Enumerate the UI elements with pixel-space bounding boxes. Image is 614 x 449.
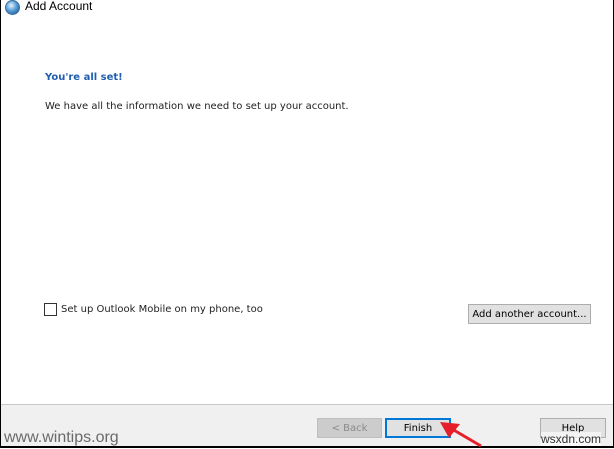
outlook-mobile-checkbox[interactable] bbox=[44, 303, 57, 316]
outlook-globe-icon bbox=[5, 0, 20, 15]
arrow-shaft bbox=[451, 427, 482, 448]
page-description: We have all the information we need to s… bbox=[45, 101, 349, 112]
page-heading: You're all set! bbox=[45, 72, 123, 83]
back-button[interactable]: < Back bbox=[317, 418, 382, 438]
add-account-dialog: Add Account You're all set! We have all … bbox=[0, 0, 614, 448]
arrow-head bbox=[440, 422, 460, 438]
watermark-wsxdn: wsxdn.com bbox=[541, 432, 602, 446]
red-arrow-annotation-icon bbox=[440, 422, 482, 448]
window-title: Add Account bbox=[25, 0, 93, 13]
watermark-wintips: www.wintips.org bbox=[4, 429, 119, 446]
add-another-account-button[interactable]: Add another account... bbox=[468, 304, 591, 324]
title-bar: Add Account bbox=[1, 0, 613, 16]
outlook-mobile-checkbox-row[interactable]: Set up Outlook Mobile on my phone, too bbox=[44, 303, 263, 316]
outlook-mobile-label[interactable]: Set up Outlook Mobile on my phone, too bbox=[61, 304, 263, 315]
